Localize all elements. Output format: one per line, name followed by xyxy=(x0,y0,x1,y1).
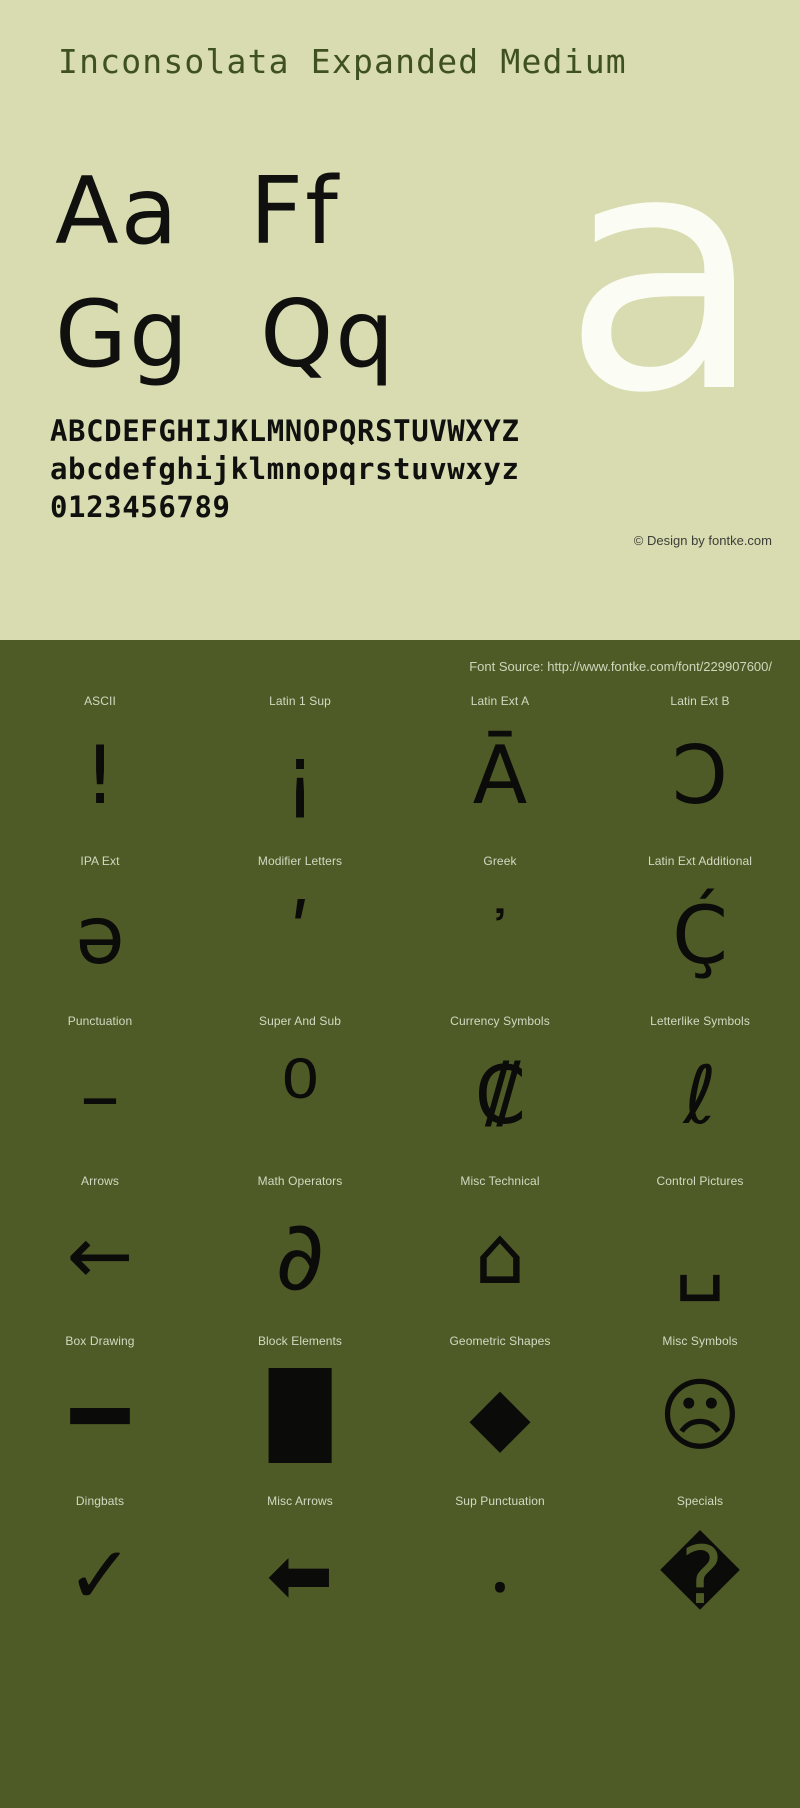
unicode-block-glyph: ∂ xyxy=(275,1200,325,1312)
font-specimen-page: Inconsolata Expanded Medium a Aa Ff Gg Q… xyxy=(0,0,800,1808)
unicode-block-glyph: ə xyxy=(75,889,125,982)
unicode-block-cell[interactable]: Math Operators ∂ xyxy=(200,1172,400,1332)
page-title: Inconsolata Expanded Medium xyxy=(58,42,627,81)
unicode-block-glyph: ◆ xyxy=(469,1369,531,1462)
copyright-notice: © Design by fontke.com xyxy=(633,533,772,548)
lowercase-line: abcdefghijklmnopqrstuvwxyz xyxy=(50,452,520,486)
unicode-block-glyph: ¡ xyxy=(283,729,317,822)
unicode-block-cell[interactable]: Letterlike Symbols ℓ xyxy=(600,1012,800,1172)
unicode-block-glyph: ʹ xyxy=(288,889,312,982)
unicode-block-glyph: ⌂ xyxy=(474,1209,526,1302)
sample-pair-qq: Qq xyxy=(260,280,397,388)
unicode-block-glyph: – xyxy=(80,1049,120,1142)
unicode-block-glyph: ℓ xyxy=(683,1049,717,1142)
unicode-block-cell[interactable]: Box Drawing ━ xyxy=(0,1332,200,1492)
unicode-block-cell[interactable]: Latin 1 Sup ¡ xyxy=(200,692,400,852)
unicode-block-cell[interactable]: Latin Ext AĀ xyxy=(400,692,600,852)
sample-row: Aa Ff xyxy=(55,150,475,273)
unicode-block-cell[interactable]: Arrows ← xyxy=(0,1172,200,1332)
unicode-block-glyph: ᾽ xyxy=(485,901,515,971)
unicode-block-glyph: ⬅ xyxy=(266,1529,334,1622)
unicode-block-glyph: ₡ xyxy=(474,1049,526,1142)
uppercase-line: ABCDEFGHIJKLMNOPQRSTUVWXYZ xyxy=(50,414,520,448)
unicode-block-glyph: █ xyxy=(269,1369,331,1462)
unicode-block-glyph: ! xyxy=(83,729,117,822)
sample-pair-gg: Gg xyxy=(55,280,191,388)
unicode-block-cell[interactable]: Currency Symbols ₡ xyxy=(400,1012,600,1172)
unicode-block-cell[interactable]: Control Pictures ␣ xyxy=(600,1172,800,1332)
unicode-block-cell[interactable]: Geometric Shapes ◆ xyxy=(400,1332,600,1492)
sample-pair-aa: Aa xyxy=(55,157,180,265)
unicode-block-glyph: Ɔ xyxy=(671,729,729,822)
unicode-block-cell[interactable]: Modifier Letters ʹ xyxy=(200,852,400,1012)
unicode-block-cell[interactable]: Greek ᾽ xyxy=(400,852,600,1012)
unicode-block-cell[interactable]: Latin Ext Additional Ḉ xyxy=(600,852,800,1012)
unicode-block-cell[interactable]: IPA Ext ə xyxy=(0,852,200,1012)
unicode-block-glyph: ⁰ xyxy=(280,1040,320,1152)
unicode-block-glyph: ⸳ xyxy=(489,1529,511,1622)
sample-pair-ff: Ff xyxy=(249,157,340,265)
unicode-block-glyph: Ḉ xyxy=(672,889,728,982)
unicode-block-glyph: ␣ xyxy=(674,1209,726,1302)
unicode-block-cell[interactable]: Latin Ext BƆ xyxy=(600,692,800,852)
unicode-block-cell[interactable]: Dingbats ✓ xyxy=(0,1492,200,1652)
unicode-block-glyph: � xyxy=(658,1529,742,1622)
digits-line: 0123456789 xyxy=(50,490,231,524)
sample-row: Gg Qq xyxy=(55,273,475,396)
unicode-block-cell[interactable]: Misc Arrows ⬅ xyxy=(200,1492,400,1652)
unicode-block-glyph: ☹ xyxy=(658,1369,742,1462)
unicode-block-cell[interactable]: Specials � xyxy=(600,1492,800,1652)
unicode-block-glyph: ━ xyxy=(71,1360,129,1472)
unicode-block-cell[interactable]: Sup Punctuation ⸳ xyxy=(400,1492,600,1652)
unicode-blocks-panel: Font Source: http://www.fontke.com/font/… xyxy=(0,640,800,1808)
specimen-panel: Inconsolata Expanded Medium a Aa Ff Gg Q… xyxy=(0,0,800,640)
unicode-block-cell[interactable]: Misc Symbols ☹ xyxy=(600,1332,800,1492)
watermark-letter: a xyxy=(561,81,764,465)
unicode-block-glyph: Ā xyxy=(472,729,528,822)
alphabet-block: ABCDEFGHIJKLMNOPQRSTUVWXYZ abcdefghijklm… xyxy=(50,412,520,526)
unicode-block-cell[interactable]: Block Elements █ xyxy=(200,1332,400,1492)
unicode-block-glyph: ✓ xyxy=(66,1529,134,1622)
unicode-block-cell[interactable]: Misc Technical ⌂ xyxy=(400,1172,600,1332)
unicode-block-cell[interactable]: Punctuation – xyxy=(0,1012,200,1172)
unicode-block-cell[interactable]: Super And Sub ⁰ xyxy=(200,1012,400,1172)
unicode-block-glyph: ← xyxy=(66,1209,134,1302)
unicode-blocks-grid: ASCII! Latin 1 Sup ¡ Latin Ext A Ā Latin Ext … xyxy=(0,692,800,1652)
font-source-link[interactable]: Font Source: http://www.fontke.com/font/… xyxy=(469,659,772,674)
sample-letter-pairs: Aa Ff Gg Qq xyxy=(55,150,475,396)
unicode-block-cell[interactable]: ASCII! xyxy=(0,692,200,852)
